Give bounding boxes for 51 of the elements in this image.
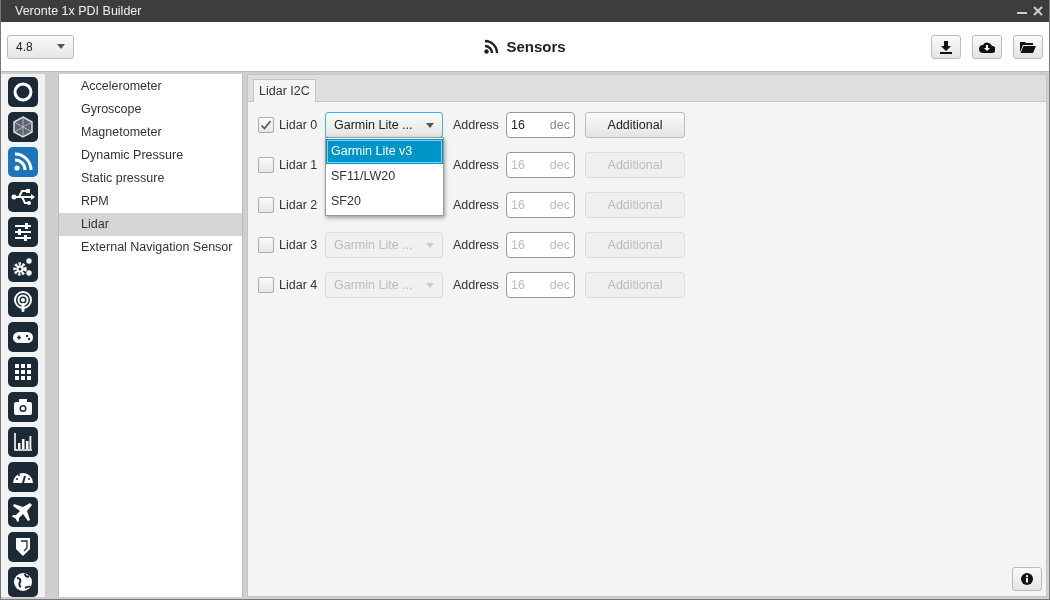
dropdown-option[interactable]: SF11/LW20 [326,164,443,189]
checkbox-label: Lidar 4 [279,278,319,292]
globe-icon[interactable] [8,567,38,597]
caret-icon [426,242,434,248]
close-icon[interactable] [1033,6,1043,16]
rss-icon[interactable] [8,147,38,177]
additional-button[interactable]: Additional [585,112,685,138]
address-label: Address [453,158,500,172]
version-dropdown[interactable]: 4.8 [7,34,74,59]
checkbox-label: Lidar 0 [279,118,319,132]
address-field[interactable]: 16 dec [506,112,575,138]
camera-icon[interactable] [8,392,38,422]
download-icon[interactable] [931,34,961,59]
sidebar-item[interactable]: Static pressure [59,167,242,190]
gauge-icon[interactable] [8,462,38,492]
sidebar-item[interactable]: Dynamic Pressure [59,144,242,167]
checkbox[interactable] [258,117,274,133]
airplane-icon[interactable] [8,497,38,527]
usb-icon[interactable] [8,182,38,212]
broadcast-icon[interactable] [8,287,38,317]
bar-chart-icon[interactable] [8,427,38,457]
sidebar-item[interactable]: Lidar [59,213,242,236]
rss-icon [484,39,500,54]
model-dropdown[interactable]: Garmin Lite ... [325,112,443,138]
gamepad-icon[interactable] [8,322,38,352]
sidebar-item[interactable]: External Navigation Sensor [59,236,242,259]
ring-icon[interactable] [8,77,38,107]
caret-icon [426,122,434,128]
address-label: Address [453,118,500,132]
sidebar-item[interactable]: Gyroscope [59,98,242,121]
sidebar-item[interactable]: RPM [59,190,242,213]
folder-icon[interactable] [1013,34,1043,59]
dropdown-option[interactable]: SF20 [326,189,443,214]
caret-icon [57,44,65,49]
info-icon[interactable] [1012,567,1042,591]
checkbox-label: Lidar 2 [279,198,319,212]
checkbox-label: Lidar 3 [279,238,319,252]
address-label: Address [453,278,500,292]
caret-icon [426,282,434,288]
page-title: Sensors [506,38,566,55]
window-title: Veronte 1x PDI Builder [15,4,143,18]
sidebar-item[interactable]: Accelerometer [59,75,242,98]
shield-icon[interactable] [8,532,38,562]
grid-icon[interactable] [8,357,38,387]
sliders-icon[interactable] [8,217,38,247]
address-label: Address [453,198,500,212]
checkbox-label: Lidar 1 [279,158,319,172]
sidebar-item[interactable]: Magnetometer [59,121,242,144]
address-label: Address [453,238,500,252]
cloud-download-icon[interactable] [972,34,1002,59]
tab[interactable]: Lidar I2C [253,79,316,102]
